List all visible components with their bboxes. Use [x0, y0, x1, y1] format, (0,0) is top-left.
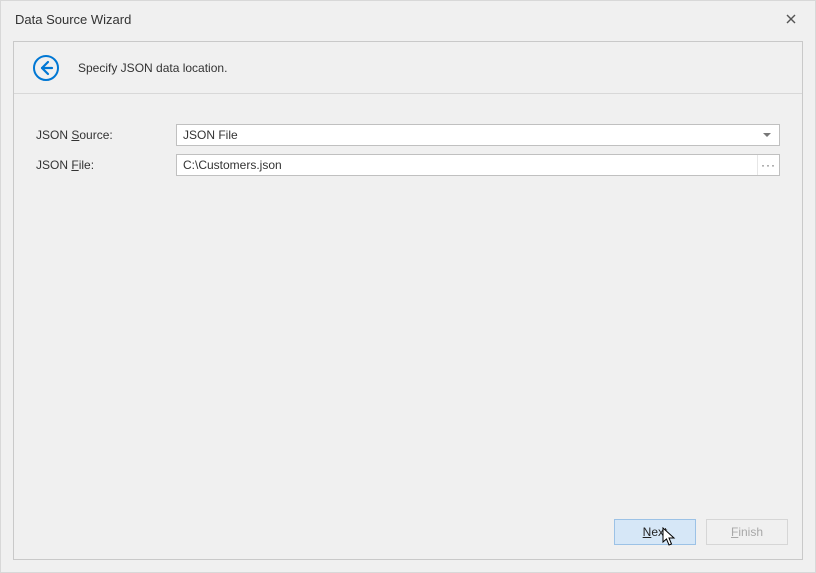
json-source-value: JSON File [183, 128, 763, 142]
titlebar: Data Source Wizard [1, 1, 815, 37]
next-button[interactable]: Next [614, 519, 696, 545]
json-source-combo[interactable]: JSON File [176, 124, 780, 146]
json-source-row: JSON Source: JSON File [36, 124, 780, 146]
window-title: Data Source Wizard [15, 12, 131, 27]
close-icon [786, 14, 796, 24]
json-source-label: JSON Source: [36, 128, 176, 142]
content-frame: Specify JSON data location. JSON Source:… [13, 41, 803, 560]
finish-button: Finish [706, 519, 788, 545]
back-arrow-icon [32, 54, 60, 82]
header-row: Specify JSON data location. [14, 42, 802, 94]
browse-button[interactable]: ··· [757, 155, 779, 175]
wizard-window: Data Source Wizard Specify JSON data loc… [0, 0, 816, 573]
ellipsis-icon: ··· [761, 158, 776, 172]
close-button[interactable] [779, 7, 803, 31]
header-instruction: Specify JSON data location. [78, 61, 227, 75]
json-file-label: JSON File: [36, 158, 176, 172]
form-area: JSON Source: JSON File JSON File: ··· [14, 94, 802, 176]
json-file-row: JSON File: ··· [36, 154, 780, 176]
button-bar: Next Finish [614, 519, 788, 545]
json-file-input[interactable] [177, 155, 757, 175]
back-button[interactable] [32, 54, 60, 82]
chevron-down-icon [763, 133, 771, 137]
json-file-input-wrap: ··· [176, 154, 780, 176]
